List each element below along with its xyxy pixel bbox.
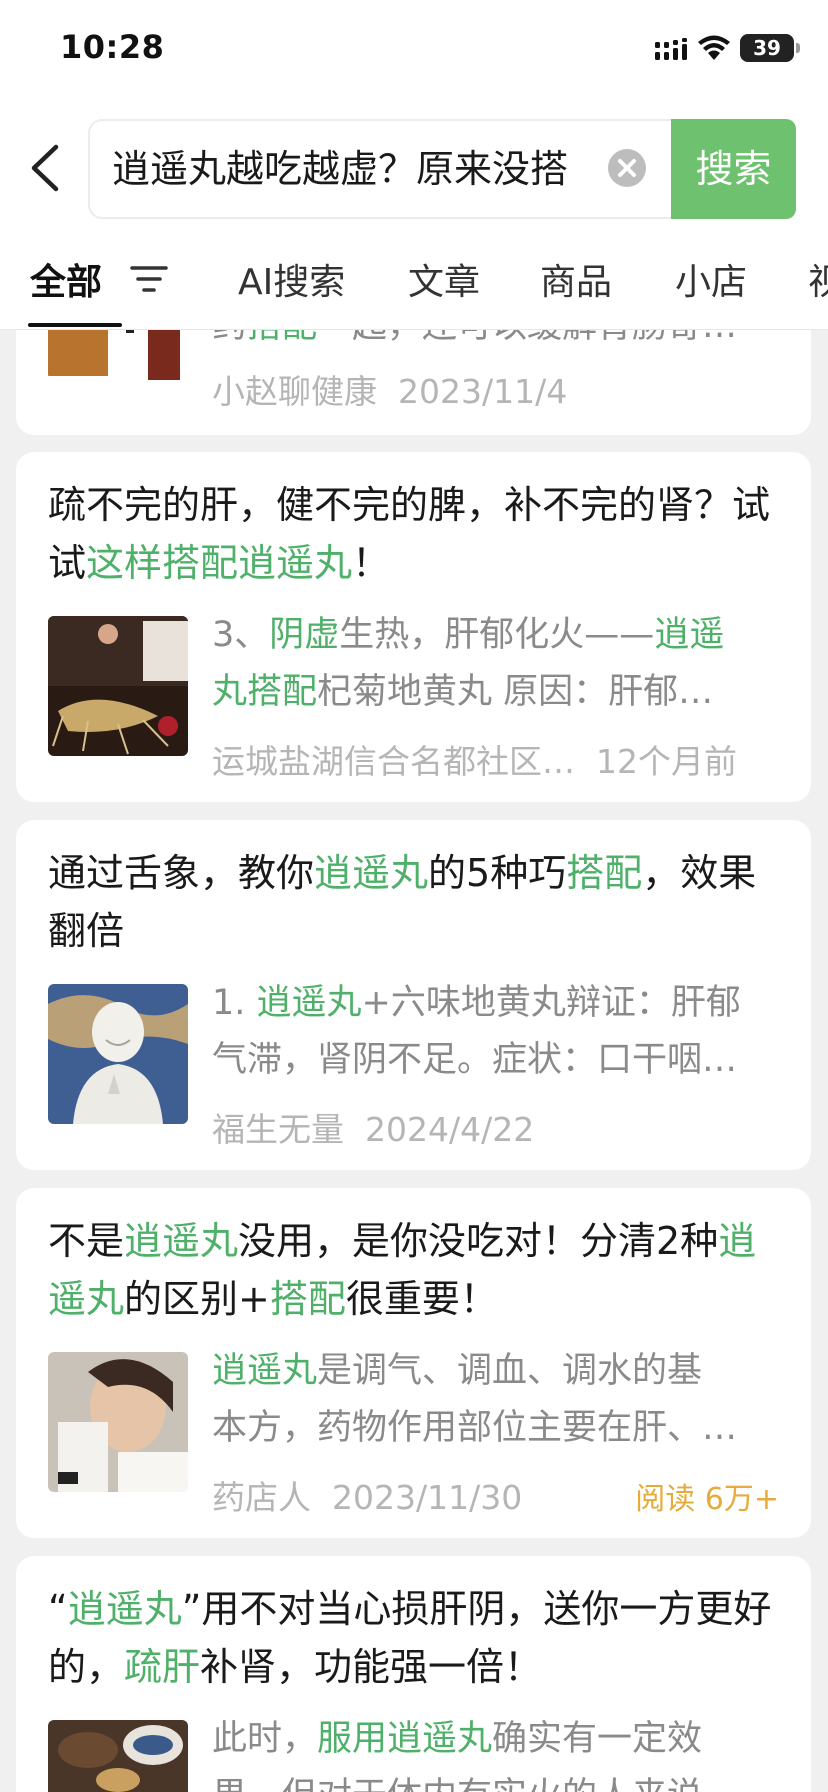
result-card-2[interactable]: 疏不完的肝，健不完的脾，补不完的肾？试试这样搭配逍遥丸！ 3、阴虚生热，肝郁化火… (16, 452, 811, 802)
tab-shops[interactable]: 小店 (675, 253, 747, 305)
result-title[interactable]: “逍遥丸”用不对当心损肝阴，送你一方更好的，疏肝补肾，功能强一倍！ (48, 1580, 778, 1696)
result-card-5[interactable]: “逍遥丸”用不对当心损肝阴，送你一方更好的，疏肝补肾，功能强一倍！ 此时，服用逍… (16, 1556, 811, 1792)
keyword-highlight: 逍遥丸 (314, 851, 429, 895)
snippet-line: 本方，药物作用部位主要在肝、… (212, 1400, 787, 1457)
text-fragment: 3、 (212, 615, 270, 655)
keyword-highlight: 丸搭配 (212, 672, 318, 712)
thumbnail-ginseng-image (48, 616, 188, 756)
battery-icon: 39 (740, 34, 800, 62)
result-meta: 药店人 2023/11/30 (212, 1471, 522, 1519)
source-name[interactable]: 福生无量 (212, 1110, 344, 1149)
snippet-line: 逍遥丸是调气、调血、调水的基 (212, 1343, 787, 1400)
result-card-3[interactable]: 通过舌象，教你逍遥丸的5种巧搭配，效果翻倍 1. 逍遥丸+六味地黄丸辩证：肝郁 … (16, 820, 811, 1170)
result-snippet: 逍遥丸是调气、调血、调水的基 本方，药物作用部位主要在肝、… (212, 1343, 787, 1457)
snippet-line: 果，但对于体内有实火的人来说 (212, 1768, 787, 1792)
keyword-highlight: 逍遥丸 (67, 1587, 182, 1631)
keyword-highlight: 逍遥丸 (256, 983, 362, 1023)
text-fragment: 通过舌象，教你 (48, 851, 315, 895)
battery-level: 39 (753, 36, 781, 60)
text-fragment: 确实有一定效 (492, 1719, 703, 1759)
result-meta: 小赵聊健康 2023/11/4 (212, 365, 567, 413)
text-fragment: 杞菊地黄丸 原因：肝郁… (317, 672, 714, 712)
result-title[interactable]: 疏不完的肝，健不完的脾，补不完的肾？试试这样搭配逍遥丸！ (48, 476, 778, 592)
keyword-highlight: 逍遥丸 (124, 1219, 239, 1263)
thumbnail-statue-image (48, 984, 188, 1124)
publish-date: 2024/4/22 (364, 1110, 535, 1149)
read-count: 阅读 6万+ (635, 1482, 779, 1517)
top-header: 10:28 39 逍遥丸越吃越虚？原来没搭 搜索 全部 AI搜索 文章 商品 小… (0, 0, 828, 330)
text-fragment: 的5种巧 (428, 851, 567, 895)
clear-search-icon[interactable] (607, 148, 647, 188)
result-card-4[interactable]: 不是逍遥丸没用，是你没吃对！分清2种逍遥丸的区别+搭配很重要！ 逍遥丸是调气、调… (16, 1188, 811, 1538)
snippet-line: 丸搭配杞菊地黄丸 原因：肝郁… (212, 664, 787, 721)
tab-ai-search[interactable]: AI搜索 (238, 253, 345, 305)
result-meta: 福生无量 2024/4/22 (212, 1103, 534, 1151)
text-fragment: 果，但对于体内有实火的人来说 (212, 1776, 702, 1792)
text-fragment: ！ (352, 541, 391, 585)
result-snippet: 1. 逍遥丸+六味地黄丸辩证：肝郁 气滞，肾阴不足。症状：口干咽… (212, 975, 787, 1089)
status-bar: 10:28 39 (0, 0, 828, 100)
text-fragment: 此时， (212, 1719, 318, 1759)
tab-all[interactable]: 全部 (30, 253, 102, 305)
source-name[interactable]: 药店人 (212, 1478, 311, 1517)
publish-date: 2023/11/4 (397, 372, 568, 411)
keyword-highlight: 搭配 (566, 851, 643, 895)
keyword-highlight: 阴虚 (269, 615, 340, 655)
search-row: 逍遥丸越吃越虚？原来没搭 搜索 (0, 115, 828, 220)
publish-date: 12个月前 (595, 742, 737, 781)
result-snippet: 3、阴虚生热，肝郁化火——逍遥 丸搭配杞菊地黄丸 原因：肝郁… (212, 607, 787, 721)
result-title[interactable]: 不是逍遥丸没用，是你没吃对！分清2种逍遥丸的区别+搭配很重要！ (48, 1212, 778, 1328)
tab-products[interactable]: 商品 (540, 253, 612, 305)
thumbnail-person-image (48, 1352, 188, 1492)
source-name[interactable]: 运城盐湖信合名都社区… (212, 742, 575, 781)
search-query-text[interactable]: 逍遥丸越吃越虚？原来没搭 (112, 143, 612, 195)
text-fragment: 很重要！ (345, 1277, 498, 1321)
keyword-highlight: 服用逍遥丸 (317, 1719, 493, 1759)
result-title[interactable]: 通过舌象，教你逍遥丸的5种巧搭配，效果翻倍 (48, 844, 778, 960)
text-fragment: 是调气、调血、调水的基 (317, 1351, 703, 1391)
search-input[interactable]: 逍遥丸越吃越虚？原来没搭 (88, 119, 676, 219)
source-name[interactable]: 小赵聊健康 (212, 372, 377, 411)
text-fragment: 不是 (48, 1219, 125, 1263)
text-fragment: 本方，药物作用部位主要在肝、… (212, 1408, 738, 1448)
search-button[interactable]: 搜索 (671, 119, 796, 219)
text-fragment: 补肾，功能强一倍！ (200, 1645, 543, 1689)
status-time: 10:28 (60, 28, 165, 66)
keyword-highlight: 这样搭配逍遥丸 (86, 541, 353, 585)
snippet-line: 气滞，肾阴不足。症状：口干咽… (212, 1032, 787, 1089)
text-fragment: “ (48, 1587, 68, 1631)
text-fragment: +六味地黄丸辩证：肝郁 (361, 983, 741, 1023)
publish-date: 2023/11/30 (331, 1478, 523, 1517)
text-fragment: 的区别+ (124, 1277, 270, 1321)
filter-tabs: 全部 AI搜索 文章 商品 小店 视 (0, 245, 828, 330)
keyword-highlight: 疏肝 (124, 1645, 201, 1689)
tab-articles[interactable]: 文章 (408, 253, 480, 305)
result-snippet: 此时，服用逍遥丸确实有一定效 果，但对于体内有实火的人来说 (212, 1711, 787, 1792)
snippet-line: 1. 逍遥丸+六味地黄丸辩证：肝郁 (212, 975, 787, 1032)
active-tab-indicator (28, 323, 122, 327)
snippet-line: 此时，服用逍遥丸确实有一定效 (212, 1711, 787, 1768)
keyword-highlight: 逍遥 (654, 615, 725, 655)
filter-icon[interactable] (130, 263, 168, 295)
thumbnail-porcelain-image (48, 1720, 188, 1792)
result-meta: 运城盐湖信合名都社区… 12个月前 (212, 735, 737, 783)
text-fragment: 气滞，肾阴不足。症状：口干咽… (212, 1040, 738, 1080)
cellular-signal-icon (655, 38, 687, 60)
text-fragment: 没用，是你没吃对！分清2种 (238, 1219, 719, 1263)
back-chevron-icon[interactable] (26, 143, 62, 193)
snippet-line: 3、阴虚生热，肝郁化火——逍遥 (212, 607, 787, 664)
text-fragment: 1. (212, 983, 257, 1023)
keyword-highlight: 逍遥丸 (212, 1351, 318, 1391)
text-fragment: 生热，肝郁化火—— (339, 615, 655, 655)
wifi-icon (698, 35, 730, 60)
tab-video[interactable]: 视 (808, 253, 828, 305)
keyword-highlight: 搭配 (269, 1277, 346, 1321)
